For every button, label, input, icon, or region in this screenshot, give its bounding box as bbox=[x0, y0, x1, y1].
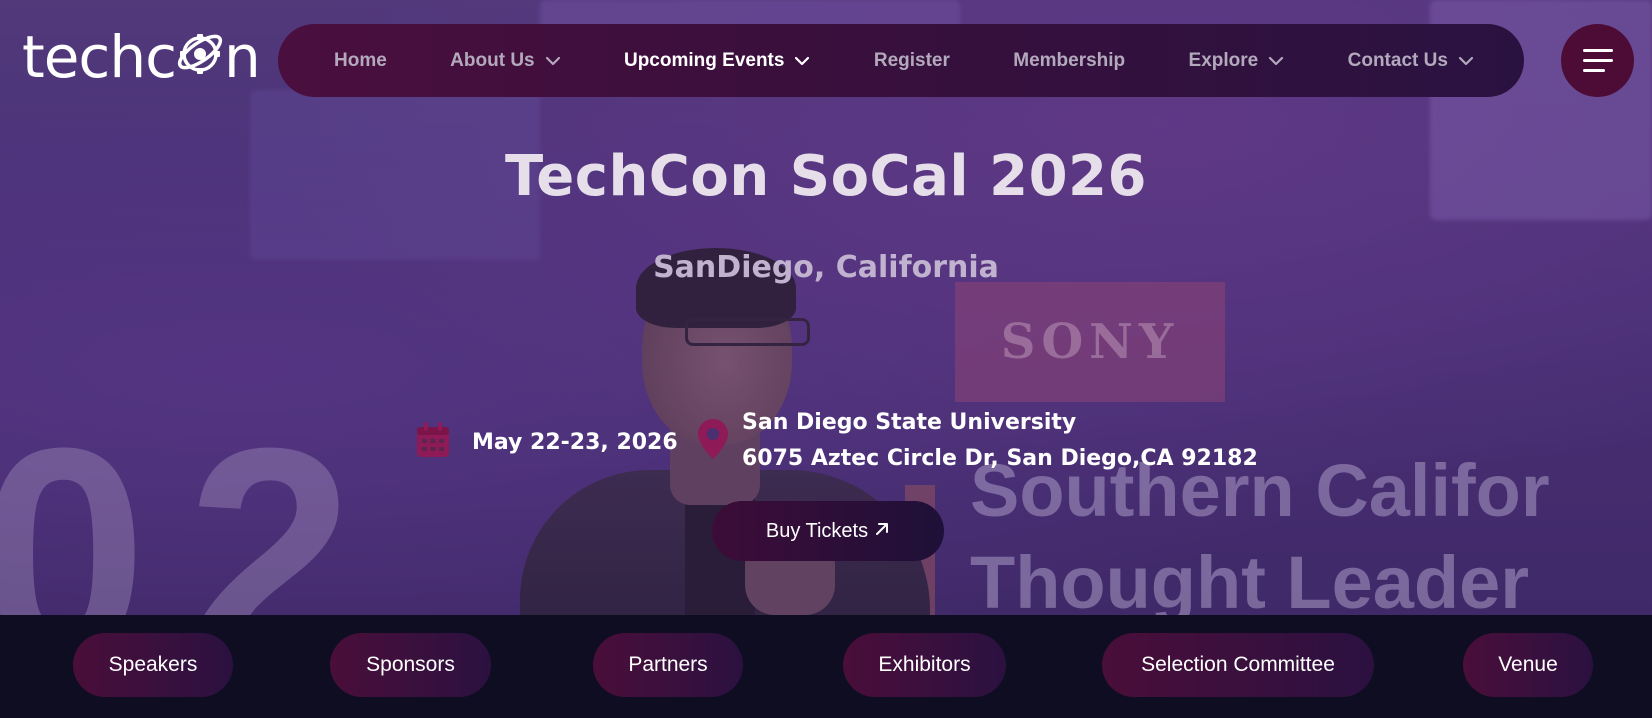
logo-text-start: techc bbox=[22, 22, 177, 91]
quick-link-exhibitors[interactable]: Exhibitors bbox=[843, 633, 1006, 697]
quick-links-strip: Speakers Sponsors Partners Exhibitors Se… bbox=[0, 615, 1652, 718]
event-date: May 22-23, 2026 bbox=[416, 422, 678, 463]
nav-membership[interactable]: Membership bbox=[1013, 50, 1125, 72]
nav-about-us[interactable]: About Us bbox=[450, 50, 560, 72]
logo-text-end: n bbox=[223, 22, 261, 91]
nav-explore-label: Explore bbox=[1188, 49, 1259, 71]
venue-address: 6075 Aztec Circle Dr, San Diego,CA 92182 bbox=[742, 446, 1258, 471]
nav-contact-us[interactable]: Contact Us bbox=[1348, 50, 1474, 72]
arrow-up-right-icon bbox=[874, 520, 890, 543]
quick-link-label: Exhibitors bbox=[878, 653, 971, 676]
chevron-down-icon bbox=[1269, 56, 1284, 65]
buy-tickets-label: Buy Tickets bbox=[765, 519, 869, 542]
quick-link-partners[interactable]: Partners bbox=[593, 633, 743, 697]
quick-link-label: Partners bbox=[628, 653, 708, 676]
calendar-icon bbox=[416, 422, 450, 463]
hamburger-menu-icon bbox=[1582, 49, 1613, 52]
event-location-subtitle: SanDiego, California bbox=[653, 250, 999, 285]
hamburger-menu-icon-line-2 bbox=[1582, 59, 1613, 62]
nav-register[interactable]: Register bbox=[874, 50, 950, 72]
map-pin-icon bbox=[698, 419, 728, 464]
quick-link-label: Selection Committee bbox=[1141, 653, 1335, 676]
nav-home-label: Home bbox=[334, 49, 387, 71]
techcon-logo[interactable]: techc n bbox=[22, 22, 261, 91]
nav-explore[interactable]: Explore bbox=[1189, 50, 1285, 72]
quick-link-selection-committee[interactable]: Selection Committee bbox=[1102, 633, 1374, 697]
venue-name: San Diego State University bbox=[742, 410, 1077, 435]
quick-link-label: Venue bbox=[1498, 653, 1558, 676]
event-date-text: May 22-23, 2026 bbox=[472, 430, 678, 455]
nav-membership-label: Membership bbox=[1013, 49, 1126, 71]
chevron-down-icon bbox=[1458, 56, 1474, 65]
event-venue: San Diego State University 6075 Aztec Ci… bbox=[698, 405, 1258, 477]
hamburger-menu-icon-line-3 bbox=[1582, 69, 1605, 72]
quick-link-venue[interactable]: Venue bbox=[1463, 633, 1593, 697]
quick-link-label: Sponsors bbox=[366, 653, 455, 676]
atom-gear-icon bbox=[174, 26, 226, 87]
quick-link-speakers[interactable]: Speakers bbox=[73, 633, 233, 697]
nav-upcoming-events-label: Upcoming Events bbox=[623, 49, 785, 71]
nav-contact-us-label: Contact Us bbox=[1347, 49, 1448, 71]
quick-link-sponsors[interactable]: Sponsors bbox=[330, 633, 491, 697]
main-nav: Home About Us Upcoming Events Register M… bbox=[278, 24, 1524, 97]
chevron-down-icon bbox=[545, 56, 560, 65]
nav-about-us-label: About Us bbox=[450, 49, 535, 71]
hamburger-menu-button[interactable] bbox=[1561, 24, 1634, 97]
chevron-down-icon bbox=[795, 56, 810, 65]
event-title: TechCon SoCal 2026 bbox=[505, 144, 1147, 209]
quick-link-label: Speakers bbox=[108, 653, 198, 676]
nav-upcoming-events[interactable]: Upcoming Events bbox=[624, 50, 810, 72]
nav-register-label: Register bbox=[873, 49, 950, 71]
nav-home[interactable]: Home bbox=[334, 50, 387, 72]
buy-tickets-button[interactable]: Buy Tickets bbox=[712, 501, 944, 561]
